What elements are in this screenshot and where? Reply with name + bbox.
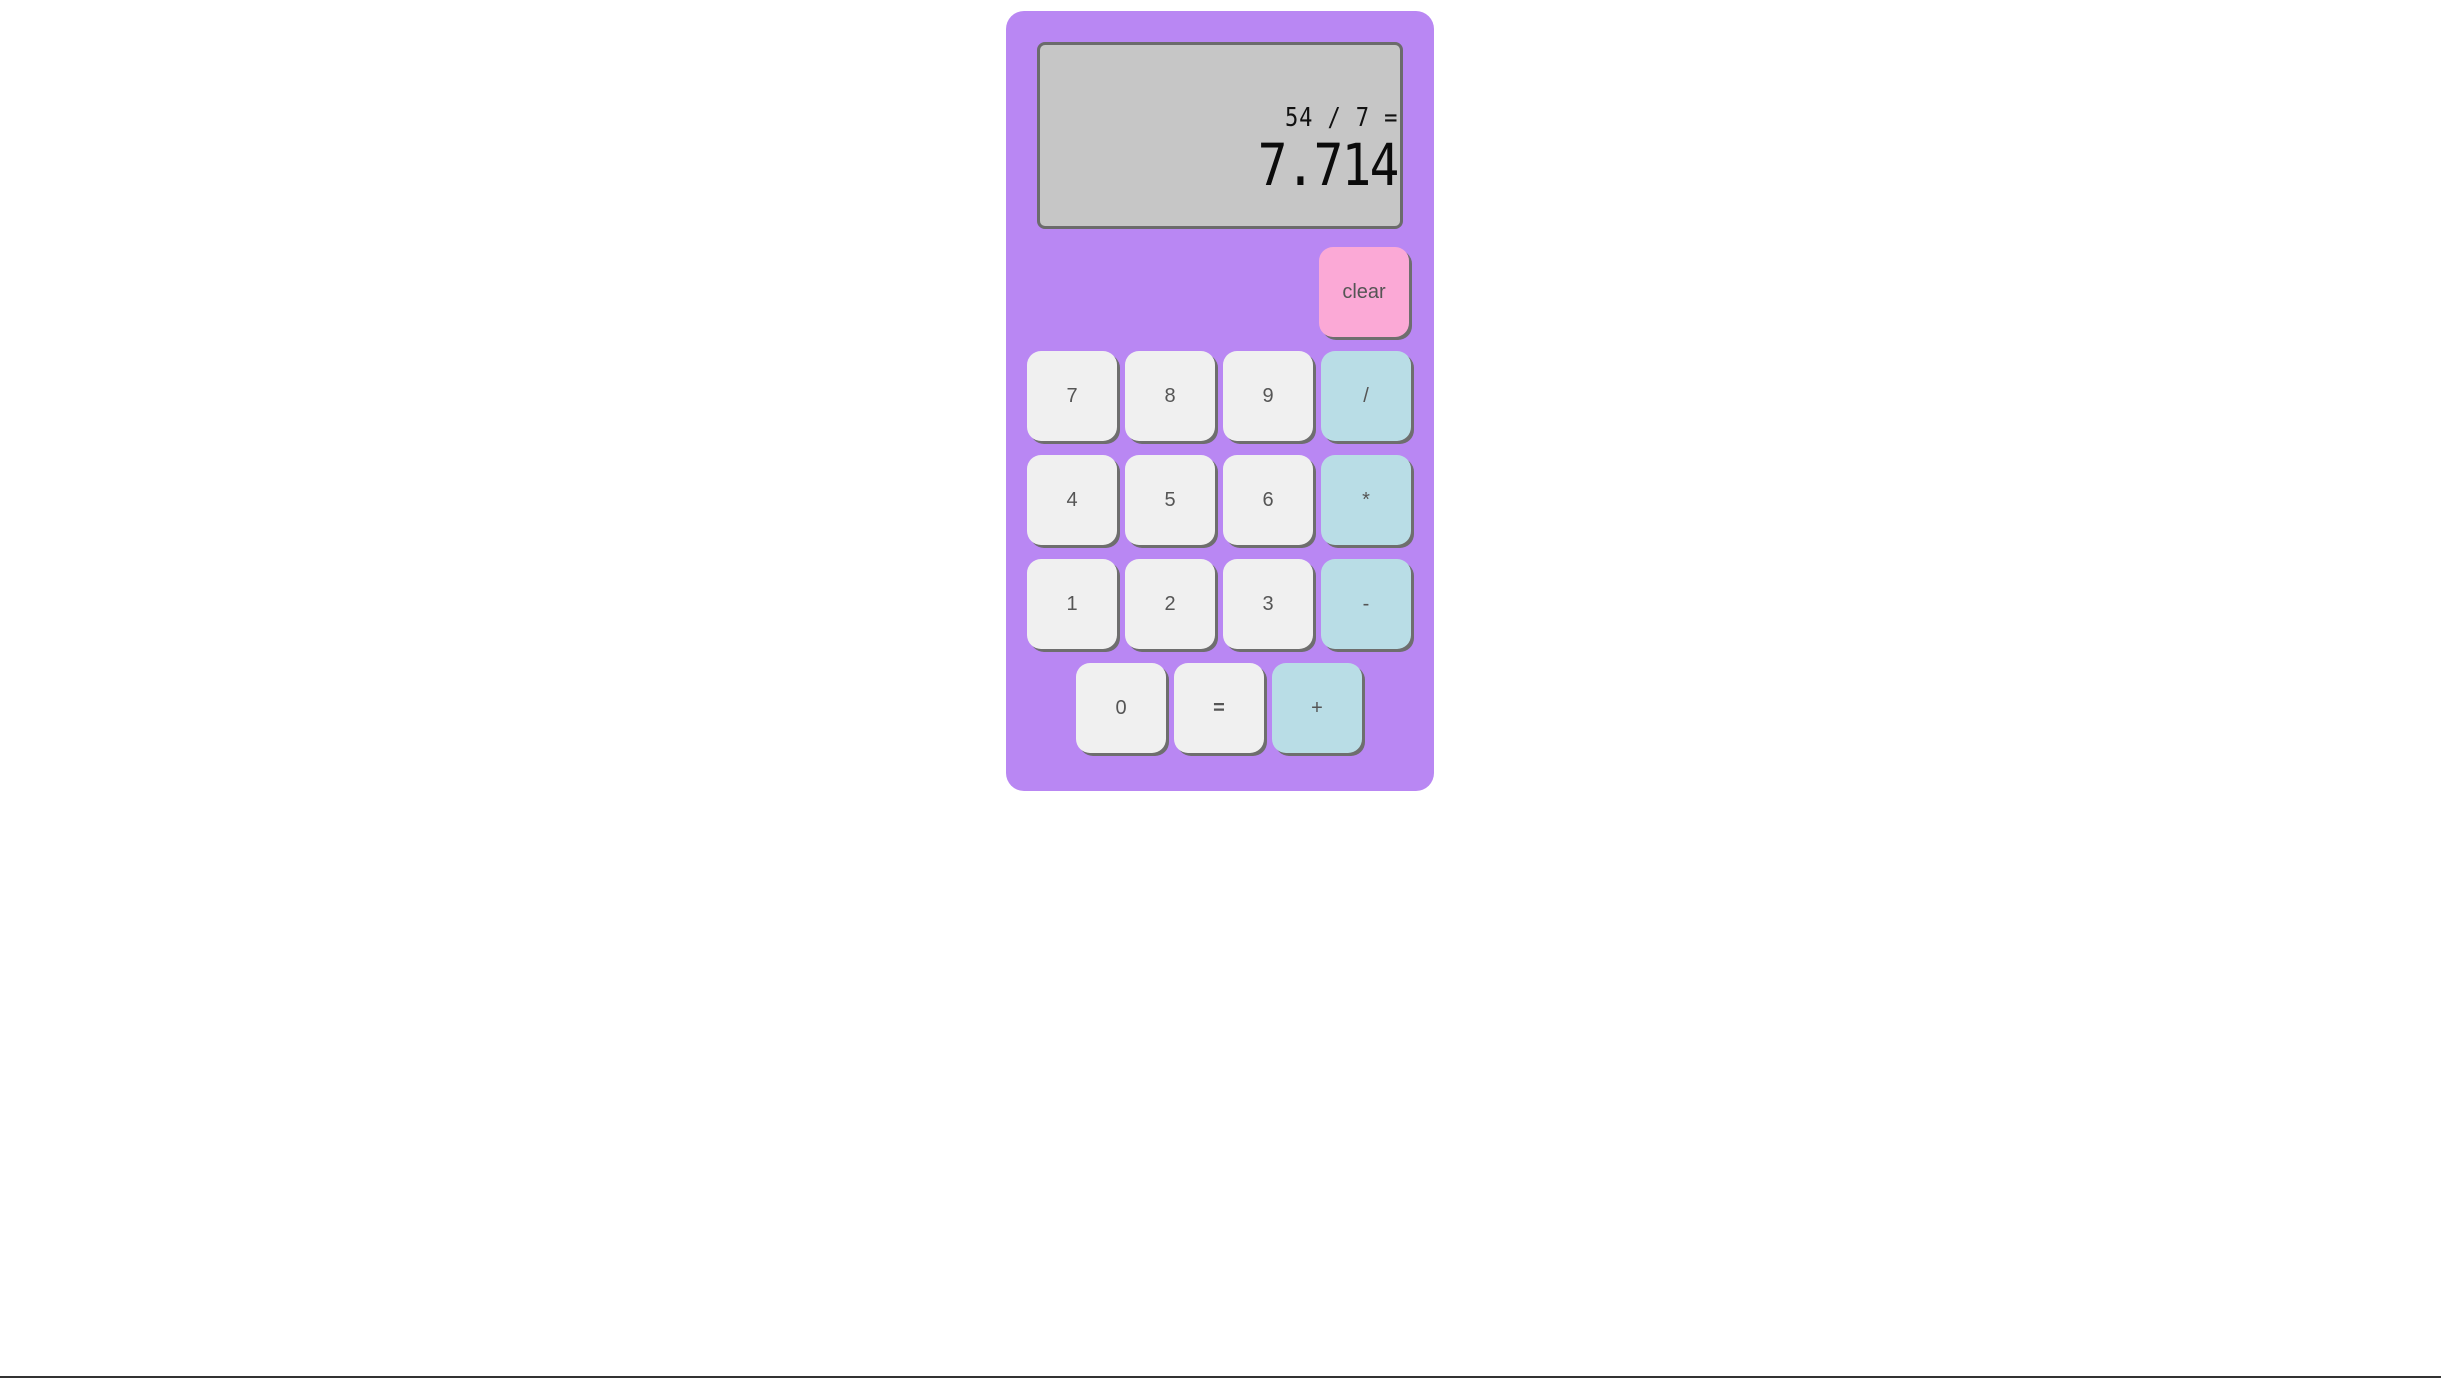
display-expression: 54 / 7 = — [1284, 103, 1398, 133]
add-button[interactable]: + — [1272, 663, 1362, 753]
key-2-button[interactable]: 2 — [1125, 559, 1215, 649]
calculator: 54 / 7 = 7.714 clear 7 8 9 / 4 5 6 * 1 2… — [1006, 11, 1434, 791]
key-9-button[interactable]: 9 — [1223, 351, 1313, 441]
display-result: 7.714 — [1258, 131, 1400, 199]
key-0-button[interactable]: 0 — [1076, 663, 1166, 753]
multiply-button[interactable]: * — [1321, 455, 1411, 545]
key-1-button[interactable]: 1 — [1027, 559, 1117, 649]
key-8-button[interactable]: 8 — [1125, 351, 1215, 441]
calculator-display: 54 / 7 = 7.714 — [1037, 42, 1403, 229]
subtract-button[interactable]: - — [1321, 559, 1411, 649]
key-6-button[interactable]: 6 — [1223, 455, 1313, 545]
key-7-button[interactable]: 7 — [1027, 351, 1117, 441]
page: 54 / 7 = 7.714 clear 7 8 9 / 4 5 6 * 1 2… — [0, 0, 2441, 1378]
key-5-button[interactable]: 5 — [1125, 455, 1215, 545]
clear-button[interactable]: clear — [1319, 247, 1409, 337]
key-4-button[interactable]: 4 — [1027, 455, 1117, 545]
divide-button[interactable]: / — [1321, 351, 1411, 441]
key-3-button[interactable]: 3 — [1223, 559, 1313, 649]
equals-button[interactable]: = — [1174, 663, 1264, 753]
